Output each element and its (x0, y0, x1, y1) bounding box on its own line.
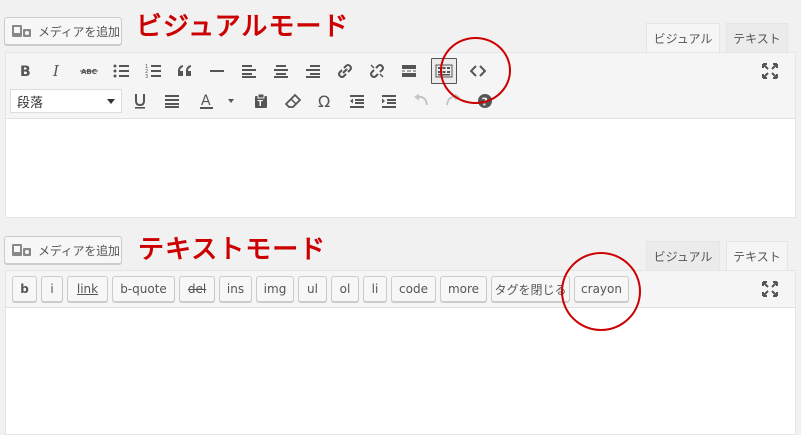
quicktag-ul[interactable]: ul (298, 276, 327, 302)
bullet-list-icon[interactable] (109, 59, 133, 83)
svg-text:Ω: Ω (318, 93, 330, 109)
align-left-icon[interactable] (237, 59, 261, 83)
svg-text:A: A (201, 93, 211, 109)
quicktag-italic[interactable]: i (41, 276, 63, 302)
svg-text:B: B (20, 64, 31, 78)
quicktag-link[interactable]: link (67, 276, 108, 302)
tab-text[interactable]: テキスト (726, 241, 788, 270)
visual-editor: B I ABC 123 段落 A T Ω ? (5, 52, 796, 218)
text-color-icon[interactable]: A (196, 89, 240, 113)
tab-visual[interactable]: ビジュアル (646, 241, 720, 270)
format-select[interactable]: 段落 (10, 89, 122, 113)
quicktag-del[interactable]: del (179, 276, 215, 302)
fullscreen-icon[interactable] (758, 277, 782, 301)
media-icon (11, 23, 33, 39)
media-icon (11, 242, 33, 258)
add-media-button-visual[interactable]: メディアを追加 (4, 17, 122, 45)
increase-indent-icon[interactable] (377, 89, 401, 113)
visual-mode-title: ビジュアルモード (136, 12, 350, 42)
tab-visual[interactable]: ビジュアル (646, 23, 720, 52)
align-center-icon[interactable] (269, 59, 293, 83)
quicktag-img[interactable]: img (256, 276, 294, 302)
special-character-icon[interactable]: Ω (313, 89, 337, 113)
insert-link-icon[interactable] (333, 59, 357, 83)
quicktag-ol[interactable]: ol (331, 276, 359, 302)
quicktag-more[interactable]: more (440, 276, 487, 302)
undo-icon[interactable] (409, 89, 433, 113)
numbered-list-icon[interactable]: 123 (141, 59, 165, 83)
quicktag-code[interactable]: code (391, 276, 436, 302)
quicktag-bold[interactable]: b (12, 276, 37, 302)
format-select-value: 段落 (17, 95, 44, 111)
clear-formatting-icon[interactable] (281, 89, 305, 113)
svg-text:T: T (258, 99, 264, 108)
add-media-button-text[interactable]: メディアを追加 (4, 236, 122, 264)
annotation-circle-code-button (440, 37, 511, 104)
visual-content-area[interactable] (6, 119, 795, 217)
fullscreen-icon[interactable] (758, 59, 782, 83)
quicktag-ins[interactable]: ins (219, 276, 252, 302)
quicktag-close-tags[interactable]: タグを閉じる (491, 276, 570, 302)
justify-icon[interactable] (160, 89, 184, 113)
quicktag-li[interactable]: li (363, 276, 387, 302)
read-more-icon[interactable] (397, 59, 421, 83)
text-content-area[interactable] (6, 308, 795, 434)
tab-text[interactable]: テキスト (726, 23, 788, 52)
svg-text:ABC: ABC (81, 68, 97, 76)
paste-as-text-icon[interactable]: T (249, 89, 273, 113)
quicktags-toolbar: b i link b-quote del ins img ul ol li co… (6, 271, 795, 308)
annotation-circle-crayon-button (561, 252, 641, 331)
blockquote-icon[interactable] (173, 59, 197, 83)
quicktag-blockquote[interactable]: b-quote (112, 276, 175, 302)
align-right-icon[interactable] (301, 59, 325, 83)
chevron-down-icon (107, 99, 115, 104)
decrease-indent-icon[interactable] (345, 89, 369, 113)
underline-icon[interactable] (128, 89, 152, 113)
svg-text:3: 3 (145, 74, 148, 78)
remove-link-icon[interactable] (365, 59, 389, 83)
text-editor: b i link b-quote del ins img ul ol li co… (5, 270, 796, 435)
add-media-label: メディアを追加 (38, 243, 120, 258)
bold-icon[interactable]: B (13, 59, 37, 83)
text-mode-title: テキストモード (138, 235, 327, 265)
strikethrough-icon[interactable]: ABC (77, 59, 101, 83)
visual-toolbar: B I ABC 123 段落 A T Ω ? (6, 53, 795, 119)
horizontal-line-icon[interactable] (205, 59, 229, 83)
italic-icon[interactable]: I (45, 59, 69, 83)
svg-text:I: I (52, 64, 60, 78)
add-media-label: メディアを追加 (38, 24, 120, 39)
